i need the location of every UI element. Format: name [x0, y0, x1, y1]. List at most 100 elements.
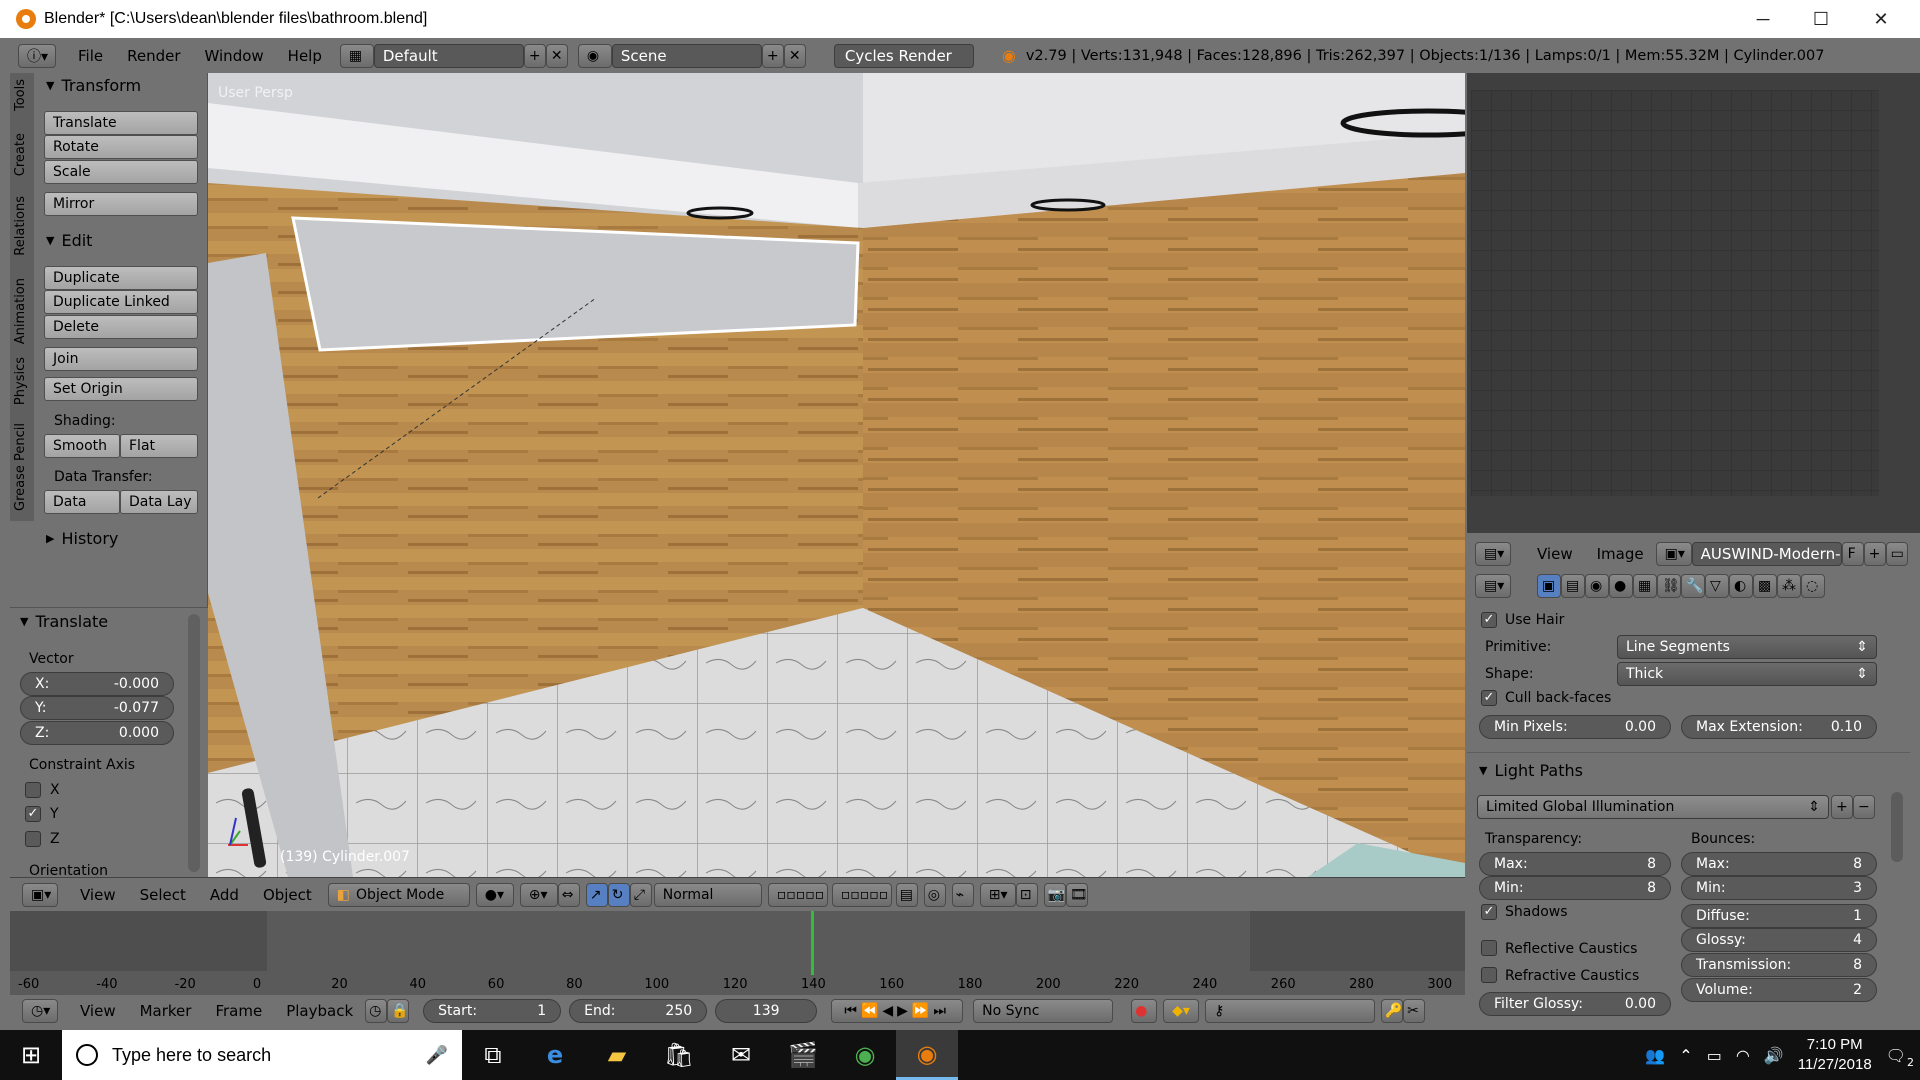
transparency-max-field[interactable]: Max: 8	[1479, 852, 1671, 876]
snap-icon[interactable]: ⌁	[951, 882, 974, 907]
mail-icon[interactable]: ✉	[710, 1030, 772, 1080]
playback-controls[interactable]: ⏮⏪◀▶⏩⏭	[831, 999, 964, 1023]
tab-relations[interactable]: Relations	[13, 196, 28, 256]
remove-preset-icon[interactable]: −	[1853, 795, 1875, 819]
render-layers-tab-icon[interactable]: ▤	[1561, 574, 1585, 598]
render-engine-select[interactable]: Cycles Render	[833, 43, 974, 68]
minimize-button[interactable]: ─	[1734, 0, 1792, 38]
chrome-icon[interactable]: ◉	[834, 1030, 896, 1080]
close-button[interactable]: ✕	[1852, 0, 1910, 38]
data-button[interactable]: Data	[44, 490, 120, 514]
transparency-min-field[interactable]: Min: 8	[1479, 876, 1671, 900]
operator-panel-header[interactable]: ▼ Translate	[20, 610, 188, 632]
image-browse-icon[interactable]: ▣▾	[1655, 542, 1692, 566]
delete-keyframe-icon[interactable]: ✂	[1403, 999, 1426, 1023]
axis-x-checkbox[interactable]	[25, 782, 41, 798]
edge-icon[interactable]: e	[524, 1030, 586, 1080]
modifiers-tab-icon[interactable]: 🔧	[1681, 574, 1705, 598]
filter-glossy-field[interactable]: Filter Glossy: 0.00	[1479, 992, 1671, 1016]
lock-range-icon[interactable]: 🔒	[387, 999, 410, 1023]
shape-select[interactable]: Thick ⇕	[1617, 662, 1877, 686]
timeline-editor-icon[interactable]: ◷▾	[22, 999, 58, 1023]
texture-tab-icon[interactable]: ▩	[1753, 574, 1777, 598]
max-extension-field[interactable]: Max Extension: 0.10	[1681, 715, 1877, 739]
data-lay-button[interactable]: Data Lay	[120, 490, 198, 514]
opengl-anim-icon[interactable]: 🎞	[1065, 882, 1088, 907]
3d-viewport[interactable]: User Persp (139) Cylinder.007	[208, 73, 1465, 877]
cull-backfaces-checkbox[interactable]: ✓	[1481, 690, 1497, 706]
mode-select[interactable]: ◧ Object Mode	[327, 882, 470, 907]
battery-icon[interactable]: ▭	[1707, 1046, 1722, 1065]
vector-y-field[interactable]: Y: -0.077	[20, 696, 174, 720]
vector-z-field[interactable]: Z: 0.000	[20, 721, 174, 745]
volume-icon[interactable]: 🔊	[1764, 1046, 1784, 1065]
diffuse-bounces-field[interactable]: Diffuse: 1	[1681, 904, 1877, 928]
remove-layout-icon[interactable]: ✕	[545, 43, 568, 68]
keying-set-icon[interactable]: ◆▾	[1163, 999, 1200, 1023]
orientation-select[interactable]: Normal	[653, 882, 762, 907]
tab-grease-pencil[interactable]: Grease Pencil	[13, 423, 28, 511]
wifi-icon[interactable]: ◠	[1736, 1046, 1750, 1065]
snap-target-icon[interactable]: ⊡	[1015, 882, 1038, 907]
menu-render[interactable]: Render	[115, 47, 192, 65]
layers-grid-a[interactable]: ▫▫▫▫▫	[767, 882, 828, 907]
rotate-button[interactable]: Rotate	[44, 135, 198, 159]
bounces-max-field[interactable]: Max: 8	[1681, 852, 1877, 876]
edit-panel-header[interactable]: ▼ Edit	[46, 229, 214, 251]
viewport-menu-select[interactable]: Select	[128, 886, 198, 904]
shadows-checkbox[interactable]: ✓	[1481, 904, 1497, 920]
image-name-field[interactable]: AUSWIND-Modern-...	[1691, 542, 1842, 566]
transmission-bounces-field[interactable]: Transmission: 8	[1681, 953, 1877, 977]
opengl-render-icon[interactable]: 📷	[1043, 882, 1066, 907]
current-frame-field[interactable]: 139	[715, 999, 818, 1023]
fake-user-button[interactable]: F	[1841, 542, 1864, 566]
preview-range-icon[interactable]: ◷	[365, 999, 388, 1023]
blender-taskbar-icon[interactable]: ◉	[896, 1030, 958, 1080]
primitive-select[interactable]: Line Segments ⇕	[1617, 635, 1877, 659]
proportional-edit-icon[interactable]: ◎	[923, 882, 946, 907]
object-tab-icon[interactable]: ▦	[1633, 574, 1657, 598]
add-scene-icon[interactable]: +	[761, 43, 784, 68]
movies-icon[interactable]: 🎬	[772, 1030, 834, 1080]
duplicate-linked-button[interactable]: Duplicate Linked	[44, 290, 198, 314]
task-view-icon[interactable]: ⧉	[462, 1030, 524, 1080]
pivot-icon[interactable]: ⊕▾	[519, 882, 558, 907]
image-editor[interactable]	[1467, 73, 1920, 533]
layout-icon[interactable]: ▦	[339, 43, 374, 68]
timeline-playhead[interactable]	[811, 911, 814, 975]
notifications-icon[interactable]: 🗨 2	[1886, 1046, 1914, 1069]
tab-create[interactable]: Create	[13, 133, 28, 176]
viewport-menu-view[interactable]: View	[68, 886, 128, 904]
viewport-menu-add[interactable]: Add	[198, 886, 251, 904]
shading-mode-icon[interactable]: ●▾	[475, 882, 514, 907]
render-tab-icon[interactable]: ▣	[1537, 574, 1561, 598]
tray-chevron-icon[interactable]: ⌃	[1679, 1046, 1692, 1065]
menu-window[interactable]: Window	[193, 47, 276, 65]
record-icon[interactable]: ●	[1131, 999, 1158, 1023]
tab-physics[interactable]: Physics	[13, 357, 28, 405]
image-menu-image[interactable]: Image	[1585, 545, 1656, 563]
people-icon[interactable]: 👥	[1645, 1046, 1665, 1065]
scene-tab-icon[interactable]: ◉	[1585, 574, 1609, 598]
insert-keyframe-icon[interactable]: 🔑	[1381, 999, 1404, 1023]
translate-manipulator-icon[interactable]: ↗	[585, 882, 608, 907]
axis-y-checkbox[interactable]: ✓	[25, 806, 41, 822]
physics-tab-icon[interactable]: ◌	[1801, 574, 1825, 598]
min-pixels-field[interactable]: Min Pixels: 0.00	[1479, 715, 1671, 739]
snap-element-icon[interactable]: ⊞▾	[979, 882, 1016, 907]
viewport-menu-object[interactable]: Object	[251, 886, 324, 904]
constraints-tab-icon[interactable]: ⛓	[1657, 574, 1681, 598]
data-tab-icon[interactable]: ▽	[1705, 574, 1729, 598]
start-frame-field[interactable]: Start: 1	[423, 999, 562, 1023]
store-icon[interactable]: 🛍	[648, 1030, 710, 1080]
scale-button[interactable]: Scale	[44, 160, 198, 184]
layout-field[interactable]: Default	[373, 43, 524, 68]
layer-lock-icon[interactable]: ▤	[895, 882, 918, 907]
manipulator-toggle-icon[interactable]: ⇔	[557, 882, 580, 907]
light-paths-header[interactable]: ▼ Light Paths	[1479, 759, 1647, 781]
clock[interactable]: 7:10 PM 11/27/2018	[1798, 1035, 1872, 1075]
vector-x-field[interactable]: X: -0.000	[20, 672, 174, 696]
layers-grid-b[interactable]: ▫▫▫▫▫	[831, 882, 892, 907]
microphone-icon[interactable]: 🎤	[426, 1045, 448, 1066]
properties-scrollbar[interactable]	[1891, 792, 1903, 862]
